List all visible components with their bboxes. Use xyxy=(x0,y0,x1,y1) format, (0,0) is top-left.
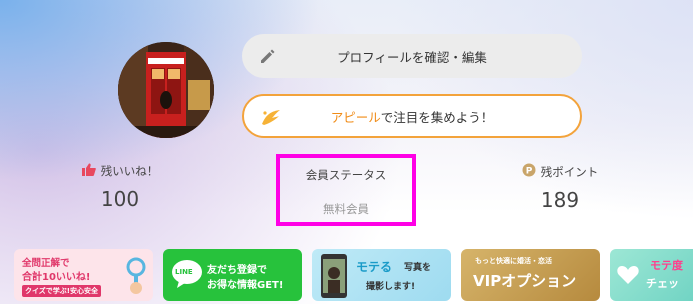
member-status[interactable]: 会員ステータス 無料会員 xyxy=(276,154,416,226)
quiz-line2: 合計10いいね! xyxy=(22,272,91,283)
points-label: 残ポイント xyxy=(540,164,599,179)
photo-line2: 撮影します! xyxy=(366,282,416,292)
likes-label: 残いいね！ xyxy=(100,164,159,178)
wing-icon xyxy=(260,108,280,128)
line-line2: お得な情報GET! xyxy=(207,280,284,291)
popularity-check-banner[interactable]: モテ度 チェッ xyxy=(610,249,693,301)
photo-shoot-banner[interactable]: モテる 写真を 撮影します! xyxy=(312,249,451,301)
smartphone-icon xyxy=(320,253,348,301)
appeal-button[interactable]: アピールで注目を集めよう！ xyxy=(242,94,582,138)
likes-value: 100 xyxy=(100,187,140,211)
appeal-label: アピールで注目を集めよう！ xyxy=(331,107,494,126)
edit-profile-label: プロフィールを確認・編集 xyxy=(337,49,487,65)
appeal-highlight: アピール xyxy=(330,109,381,125)
quiz-line3: クイズで学ぶ!安心安全 xyxy=(22,285,101,297)
points-value: 189 xyxy=(540,188,580,212)
line-logo-text: LINE xyxy=(175,268,193,276)
vip-title: VIPオプション xyxy=(473,272,577,290)
photo-title: モテる xyxy=(356,260,393,274)
photo-line1: 写真を xyxy=(404,263,432,273)
check-line2: チェッ xyxy=(646,277,679,290)
avatar-photo xyxy=(118,42,214,138)
member-status-value: 無料会員 xyxy=(323,202,369,216)
line-line1: 友だち登録で xyxy=(207,265,267,276)
profile-avatar[interactable] xyxy=(118,42,214,138)
pencil-icon xyxy=(258,46,278,66)
vip-option-banner[interactable]: もっと快適に婚活・恋活 VIPオプション xyxy=(461,249,600,301)
svg-text:P: P xyxy=(525,167,532,177)
line-banner[interactable]: LINE 友だち登録で お得な情報GET! xyxy=(163,249,302,301)
quiz-line1: 全問正解で xyxy=(22,258,70,269)
heart-magnifier-icon xyxy=(616,263,642,291)
remaining-points: P 残ポイント 189 xyxy=(500,163,620,212)
thumbs-up-icon xyxy=(81,163,96,179)
vip-small: もっと快適に婚活・恋活 xyxy=(475,257,552,265)
magnifier-character-icon xyxy=(123,255,149,299)
check-line1: モテ度 xyxy=(650,259,683,272)
point-coin-icon: P xyxy=(522,163,536,180)
appeal-rest: で注目を集めよう！ xyxy=(380,109,494,125)
line-logo-icon xyxy=(171,259,203,293)
quiz-banner[interactable]: 全問正解で 合計10いいね! クイズで学ぶ!安心安全 xyxy=(14,249,153,301)
edit-profile-button[interactable]: プロフィールを確認・編集 xyxy=(242,34,582,78)
remaining-likes: 残いいね！ 100 xyxy=(60,163,180,211)
member-status-label: 会員ステータス xyxy=(305,168,387,182)
